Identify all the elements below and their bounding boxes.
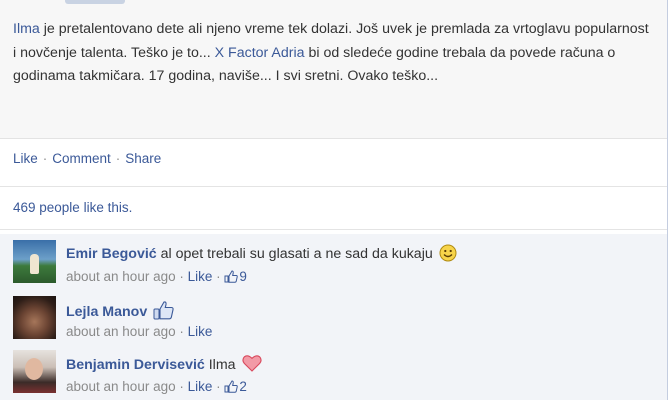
like-link[interactable]: Like	[13, 151, 38, 166]
mention-link[interactable]: Ilma	[13, 21, 40, 37]
post-header-stub	[65, 0, 125, 4]
avatar[interactable]	[13, 350, 56, 393]
share-link[interactable]: Share	[125, 151, 161, 166]
comment-body: Emir Begović al opet trebali su glasati …	[66, 244, 457, 266]
likes-count-link[interactable]: 469 people like this.	[13, 200, 132, 215]
comment-time: about an hour ago	[66, 269, 176, 284]
comment-like-link[interactable]: Like	[188, 269, 213, 284]
divider	[0, 229, 667, 230]
comment-like-link[interactable]: Like	[188, 324, 213, 339]
comment-text: al opet trebali su glasati a ne sad da k…	[156, 246, 433, 262]
heart-icon	[241, 354, 262, 376]
comment-meta: about an hour ago · Like	[66, 324, 213, 339]
thumbs-up-icon	[153, 300, 175, 324]
smiley-icon	[439, 244, 457, 266]
thumbs-up-icon	[224, 380, 239, 396]
avatar[interactable]	[13, 240, 56, 283]
comment-like-count[interactable]: 9	[239, 269, 247, 284]
comments-list: Emir Begović al opet trebali su glasati …	[0, 234, 667, 400]
page-link[interactable]: X Factor Adria	[215, 45, 305, 61]
comment-time: about an hour ago	[66, 324, 176, 339]
action-separator: ·	[42, 151, 48, 166]
post-content: Ilma je pretalentovano dete ali njeno vr…	[0, 0, 667, 139]
comment-meta: about an hour ago · Like · 9	[66, 269, 247, 286]
comment-like-link[interactable]: Like	[188, 379, 213, 394]
right-border	[667, 0, 668, 400]
likes-summary[interactable]: 469 people like this.	[13, 200, 132, 215]
comment-text: Ilma	[204, 357, 236, 373]
comment-meta: about an hour ago · Like · 2	[66, 379, 247, 396]
comment-body: Benjamin Dervisević Ilma	[66, 354, 262, 376]
commenter-name[interactable]: Emir Begović	[66, 246, 157, 262]
comment-like-count[interactable]: 2	[239, 379, 247, 394]
comment-body: Lejla Manov	[66, 300, 175, 324]
divider	[0, 186, 667, 187]
action-separator: ·	[115, 151, 121, 166]
comment-time: about an hour ago	[66, 379, 176, 394]
commenter-name[interactable]: Benjamin Dervisević	[66, 357, 205, 373]
post-actions: Like · Comment · Share	[13, 151, 161, 166]
avatar[interactable]	[13, 296, 56, 339]
comment-link[interactable]: Comment	[52, 151, 111, 166]
commenter-name[interactable]: Lejla Manov	[66, 304, 147, 320]
post-text: Ilma je pretalentovano dete ali njeno vr…	[13, 18, 653, 89]
thumbs-up-icon	[224, 270, 239, 286]
